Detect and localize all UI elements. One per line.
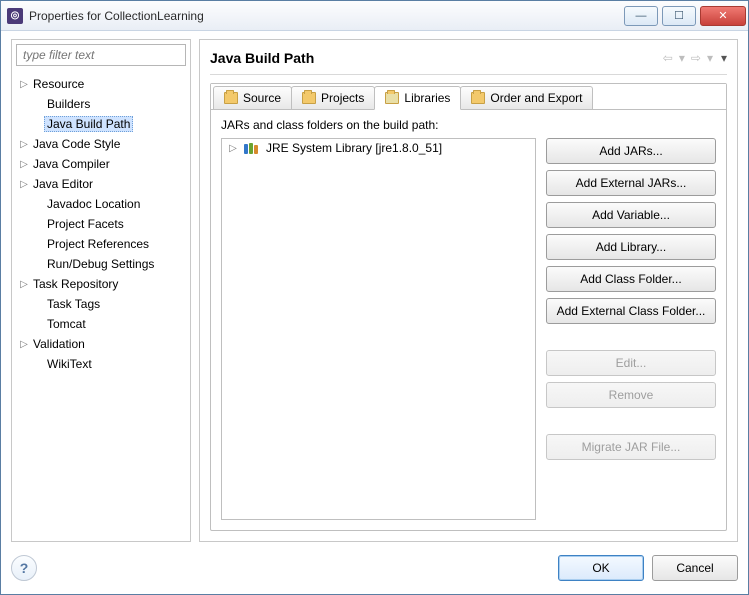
tree-item-task-tags[interactable]: Task Tags [12,294,190,314]
ok-button[interactable]: OK [558,555,644,581]
help-button[interactable]: ? [11,555,37,581]
tree-twisty-icon[interactable]: ▷ [18,139,30,150]
library-label: JRE System Library [jre1.8.0_51] [266,141,442,155]
forward-icon: ⇨ [689,51,703,65]
add-external-class-folder-button[interactable]: Add External Class Folder... [546,298,716,324]
forward-menu-icon: ▾ [705,51,715,65]
view-menu-icon[interactable]: ▾ [717,51,727,65]
tree-item-java-code-style[interactable]: ▷Java Code Style [12,134,190,154]
tab-label: Source [243,91,281,105]
tree-item-label: Resource [30,76,87,92]
tab-label: Projects [321,91,364,105]
folder-icon [302,92,316,104]
tree-item-validation[interactable]: ▷Validation [12,334,190,354]
page-header: Java Build Path ⇦ ▾ ⇨ ▾ ▾ [210,46,727,70]
category-tree[interactable]: ▷ResourceBuildersJava Build Path▷Java Co… [12,70,190,541]
separator [210,74,727,75]
back-icon: ⇦ [661,51,675,65]
tree-twisty-icon[interactable]: ▷ [18,339,30,350]
folder-icon [385,92,399,104]
close-button[interactable]: ✕ [700,6,746,26]
tree-item-label: Task Tags [44,296,103,312]
tree-twisty-icon[interactable]: ▷ [18,79,30,90]
tree-item-project-facets[interactable]: Project Facets [12,214,190,234]
tree-item-wikitext[interactable]: WikiText [12,354,190,374]
dialog-footer: ? OK Cancel [11,542,738,584]
tree-item-resource[interactable]: ▷Resource [12,74,190,94]
tree-item-label: WikiText [44,356,95,372]
migrate-jar-button: Migrate JAR File... [546,434,716,460]
tree-item-javadoc-location[interactable]: Javadoc Location [12,194,190,214]
tree-item-label: Java Compiler [30,156,113,172]
tab-source[interactable]: Source [213,86,292,109]
dialog-window: ◎ Properties for CollectionLearning — ☐ … [0,0,749,595]
maximize-button[interactable]: ☐ [662,6,696,26]
tab-strip: Source Projects Libraries Order and Export [211,84,726,110]
tree-twisty-icon[interactable]: ▷ [18,179,30,190]
tree-item-java-compiler[interactable]: ▷Java Compiler [12,154,190,174]
add-class-folder-button[interactable]: Add Class Folder... [546,266,716,292]
add-jars-button[interactable]: Add JARs... [546,138,716,164]
tab-folder: SourceProjectsLibrariesOrder and Export … [210,83,727,531]
tree-item-label: Builders [44,96,93,112]
tab-label: Libraries [404,91,450,105]
tab-content-libraries: JARs and class folders on the build path… [211,110,726,530]
libraries-caption: JARs and class folders on the build path… [221,118,716,132]
minimize-button[interactable]: — [624,6,658,26]
tree-item-label: Java Build Path [44,116,133,132]
tree-item-builders[interactable]: Builders [12,94,190,114]
tree-item-label: Java Code Style [30,136,123,152]
eclipse-icon: ◎ [7,8,23,24]
property-page: Java Build Path ⇦ ▾ ⇨ ▾ ▾ Source Projects… [199,39,738,542]
tree-twisty-icon[interactable]: ▷ [18,279,30,290]
folder-icon [224,92,238,104]
nav-arrows: ⇦ ▾ ⇨ ▾ ▾ [661,51,727,65]
tree-item-label: Javadoc Location [44,196,143,212]
add-library-button[interactable]: Add Library... [546,234,716,260]
tab-libraries[interactable]: Libraries [374,86,461,110]
tree-item-label: Project References [44,236,152,252]
edit-button: Edit... [546,350,716,376]
tree-twisty-icon[interactable]: ▷ [228,143,238,154]
category-pane: ▷ResourceBuildersJava Build Path▷Java Co… [11,39,191,542]
tree-item-label: Task Repository [30,276,121,292]
tree-item-java-editor[interactable]: ▷Java Editor [12,174,190,194]
library-entry[interactable]: ▷ JRE System Library [jre1.8.0_51] [222,139,535,157]
button-column: Add JARs... Add External JARs... Add Var… [546,138,716,520]
tree-item-label: Validation [30,336,88,352]
titlebar[interactable]: ◎ Properties for CollectionLearning — ☐ … [1,1,748,31]
tab-projects[interactable]: Projects [291,86,375,109]
tab-label: Order and Export [490,91,582,105]
library-icon [244,143,260,154]
filter-input[interactable] [16,44,186,66]
tab-order-and-export[interactable]: Order and Export [460,86,593,109]
tree-item-label: Run/Debug Settings [44,256,157,272]
add-variable-button[interactable]: Add Variable... [546,202,716,228]
main-row: ▷ResourceBuildersJava Build Path▷Java Co… [11,39,738,542]
page-title: Java Build Path [210,50,661,66]
tree-item-run-debug-settings[interactable]: Run/Debug Settings [12,254,190,274]
remove-button: Remove [546,382,716,408]
tree-twisty-icon[interactable]: ▷ [18,159,30,170]
back-menu-icon: ▾ [677,51,687,65]
tree-item-label: Project Facets [44,216,127,232]
tree-item-tomcat[interactable]: Tomcat [12,314,190,334]
libraries-list[interactable]: ▷ JRE System Library [jre1.8.0_51] [221,138,536,520]
dialog-body: ▷ResourceBuildersJava Build Path▷Java Co… [1,31,748,594]
tree-item-project-references[interactable]: Project References [12,234,190,254]
tree-item-label: Tomcat [44,316,89,332]
libraries-row: ▷ JRE System Library [jre1.8.0_51] Add JA… [221,138,716,520]
filter-wrap [16,44,186,66]
tree-item-task-repository[interactable]: ▷Task Repository [12,274,190,294]
window-title: Properties for CollectionLearning [29,9,620,23]
window-buttons: — ☐ ✕ [620,6,746,26]
add-external-jars-button[interactable]: Add External JARs... [546,170,716,196]
tree-item-java-build-path[interactable]: Java Build Path [12,114,190,134]
tree-item-label: Java Editor [30,176,96,192]
folder-icon [471,92,485,104]
cancel-button[interactable]: Cancel [652,555,738,581]
